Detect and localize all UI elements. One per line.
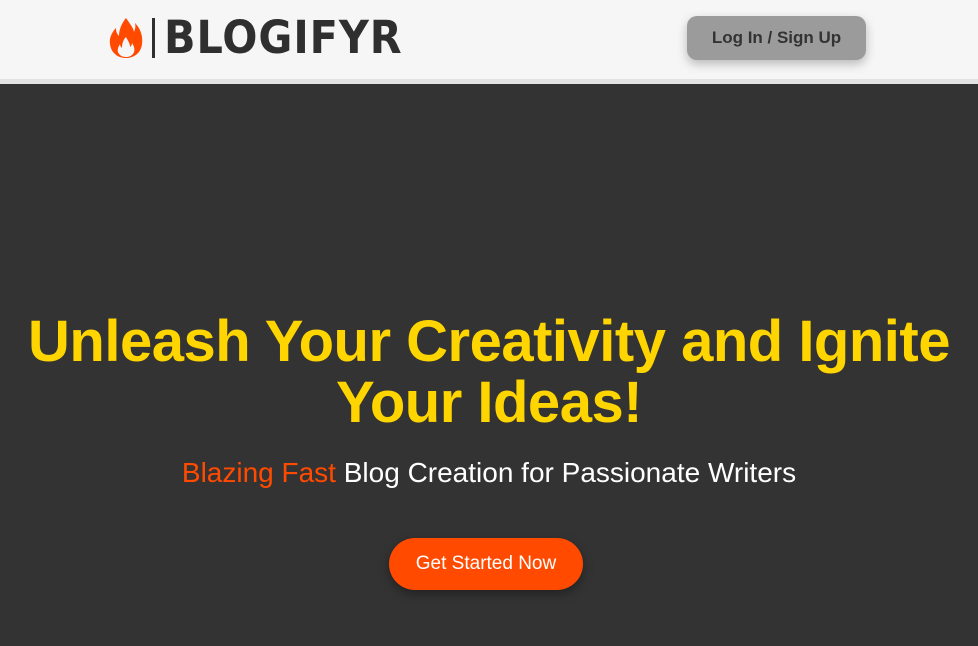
site-logo[interactable]: BLOGIFYR bbox=[108, 11, 423, 64]
logo-text: BLOGIFYR bbox=[164, 11, 403, 64]
site-header: BLOGIFYR Log In / Sign Up bbox=[0, 0, 978, 84]
logo-divider bbox=[152, 18, 155, 58]
get-started-button[interactable]: Get Started Now bbox=[389, 538, 583, 590]
flame-icon bbox=[109, 18, 143, 58]
login-signup-button[interactable]: Log In / Sign Up bbox=[687, 16, 866, 60]
hero-section: Unleash Your Creativity and Ignite Your … bbox=[0, 84, 978, 646]
hero-title: Unleash Your Creativity and Ignite Your … bbox=[28, 309, 950, 435]
hero-subtitle: Blazing Fast Blog Creation for Passionat… bbox=[0, 456, 978, 490]
hero-subtitle-rest: Blog Creation for Passionate Writers bbox=[335, 457, 797, 488]
hero-subtitle-accent: Blazing Fast bbox=[181, 457, 336, 488]
